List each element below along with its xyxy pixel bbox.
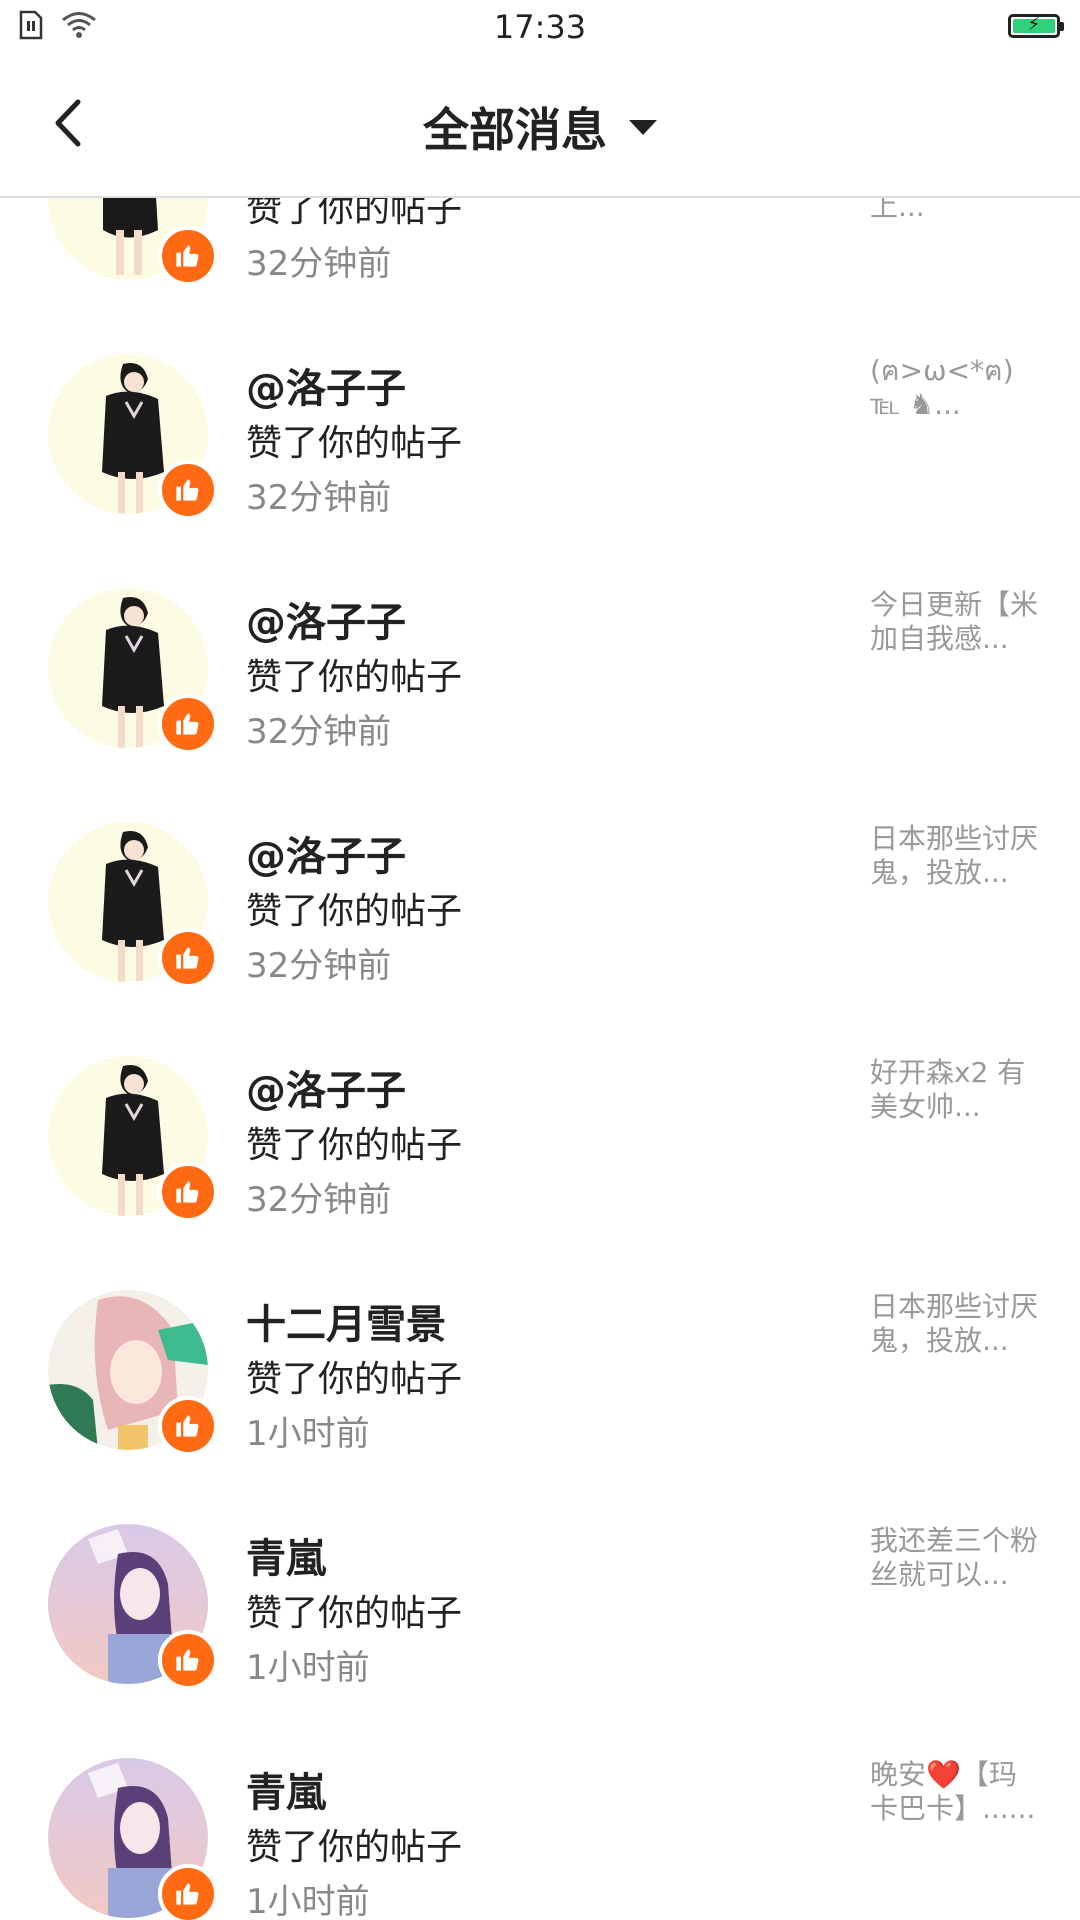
thumbs-up-icon (176, 1883, 199, 1905)
user-name[interactable]: @洛子子 (246, 824, 406, 882)
list-item[interactable]: 青嵐 赞了你的帖子 1小时前 晚安❤️【玛卡巴卡】...... (0, 1758, 1080, 1920)
user-name[interactable]: 青嵐 (246, 1526, 326, 1584)
list-item[interactable]: 十二月雪景 赞了你的帖子 1小时前 日本那些讨厌鬼，投放... (0, 1290, 1080, 1524)
battery-charging-icon: ⚡ (1008, 14, 1064, 38)
like-badge (158, 1162, 218, 1222)
list-item[interactable]: @洛子子 赞了你的帖子 32分钟前 日本那些讨厌鬼，投放... (0, 822, 1080, 1056)
like-badge (158, 928, 218, 988)
list-item[interactable]: @洛子子 赞了你的帖子 32分钟前 今日更新【米加自我感... (0, 588, 1080, 822)
time-text: 32分钟前 (246, 1180, 392, 1220)
post-preview[interactable]: 日本那些讨厌鬼，投放... (870, 822, 1040, 890)
action-text: 赞了你的帖子 (246, 891, 463, 932)
thumbs-up-icon (176, 947, 199, 969)
like-badge (158, 460, 218, 520)
thumbs-up-icon (176, 1181, 199, 1203)
page-title[interactable]: 全部消息 (423, 94, 607, 160)
action-text: 赞了你的帖子 (246, 1593, 463, 1634)
status-time: 17:33 (493, 8, 587, 46)
time-text: 32分钟前 (246, 244, 392, 284)
action-text: 赞了你的帖子 (246, 1125, 463, 1166)
status-bar: 17:33 ⚡ (0, 0, 1080, 58)
thumbs-up-icon (176, 713, 199, 735)
action-text: 赞了你的帖子 (246, 1359, 463, 1400)
user-name[interactable]: @洛子子 (246, 356, 406, 414)
header-bar: 全部消息 (0, 58, 1080, 198)
thumbs-up-icon (176, 1649, 199, 1671)
like-badge (158, 1630, 218, 1690)
user-name[interactable]: 青嵐 (246, 1760, 326, 1818)
like-badge (158, 694, 218, 754)
like-badge (158, 226, 218, 286)
title-dropdown[interactable]: 全部消息 (0, 94, 1080, 160)
action-text: 赞了你的帖子 (246, 657, 463, 698)
user-name[interactable]: 十二月雪景 (246, 1292, 446, 1350)
time-text: 32分钟前 (246, 712, 392, 752)
post-preview[interactable]: (ฅ>ω<*ฅ)℡ ♞... (870, 354, 1040, 422)
time-text: 1小时前 (246, 1882, 370, 1920)
time-text: 32分钟前 (246, 946, 392, 986)
list-item[interactable]: @洛子子 赞了你的帖子 32分钟前 好开森x2 有美女帅... (0, 1056, 1080, 1290)
list-item[interactable]: 青嵐 赞了你的帖子 1小时前 我还差三个粉丝就可以... (0, 1524, 1080, 1758)
thumbs-up-icon (176, 245, 199, 267)
screen: 赞了你的帖子 32分钟前 上... @洛子子 赞了你的帖子 32分钟前 (ฅ>ω… (0, 0, 1080, 1920)
time-text: 1小时前 (246, 1648, 370, 1688)
like-badge (158, 1396, 218, 1456)
action-text: 赞了你的帖子 (246, 1827, 463, 1868)
like-badge (158, 1864, 218, 1920)
thumbs-up-icon (176, 1415, 199, 1437)
caret-down-icon[interactable] (629, 119, 657, 135)
list-item[interactable]: @洛子子 赞了你的帖子 32分钟前 (ฅ>ω<*ฅ)℡ ♞... (0, 354, 1080, 588)
charging-bolt-icon: ⚡ (1027, 14, 1041, 35)
post-preview[interactable]: 今日更新【米加自我感... (870, 588, 1040, 656)
post-preview[interactable]: 晚安❤️【玛卡巴卡】...... (870, 1758, 1040, 1826)
post-preview[interactable]: 日本那些讨厌鬼，投放... (870, 1290, 1040, 1358)
user-name[interactable]: @洛子子 (246, 1058, 406, 1116)
thumbs-up-icon (176, 479, 199, 501)
post-preview[interactable]: 我还差三个粉丝就可以... (870, 1524, 1040, 1592)
action-text: 赞了你的帖子 (246, 423, 463, 464)
user-name[interactable]: @洛子子 (246, 590, 406, 648)
time-text: 32分钟前 (246, 478, 392, 518)
time-text: 1小时前 (246, 1414, 370, 1454)
post-preview[interactable]: 好开森x2 有美女帅... (870, 1056, 1040, 1124)
